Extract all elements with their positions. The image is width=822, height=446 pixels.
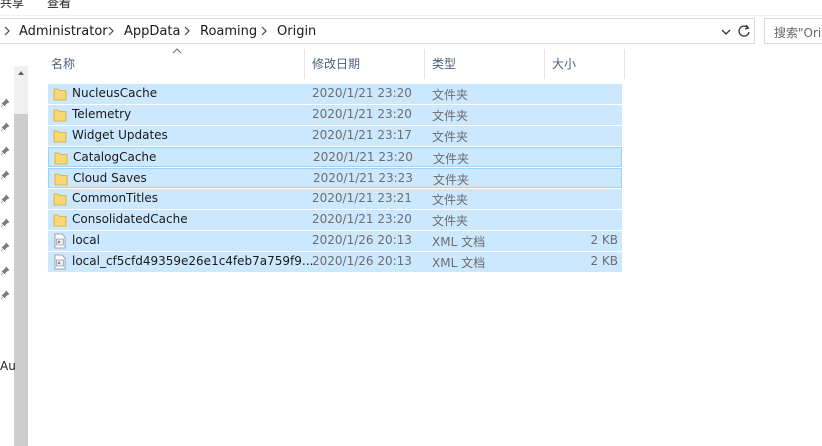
- column-header-row: 名称 修改日期 类型 大小: [44, 48, 626, 79]
- xml-file-icon: [53, 254, 67, 270]
- search-placeholder: 搜索"Origin": [774, 26, 822, 40]
- file-name: Cloud Saves: [73, 171, 147, 185]
- file-date: 2020/1/21 23:20: [313, 150, 413, 164]
- nav-scrollbar-thumb[interactable]: [14, 114, 28, 446]
- column-date[interactable]: 修改日期: [312, 49, 360, 79]
- file-row[interactable]: Cloud Saves 2020/1/21 23:23 文件夹: [48, 168, 622, 188]
- file-name: local_cf5cfd49359e26e1c4feb7a759f9...: [72, 254, 314, 268]
- breadcrumb-origin[interactable]: Origin: [277, 24, 316, 39]
- chevron-right-icon[interactable]: [2, 26, 12, 36]
- column-size[interactable]: 大小: [552, 49, 576, 79]
- refresh-icon[interactable]: [737, 24, 751, 38]
- file-date: 2020/1/21 23:20: [312, 86, 412, 100]
- menu-share[interactable]: 共享: [0, 0, 24, 11]
- pin-icon[interactable]: [0, 145, 10, 156]
- file-date: 2020/1/21 23:21: [312, 191, 412, 205]
- breadcrumb-administrator[interactable]: Administrator: [19, 24, 108, 39]
- column-divider[interactable]: [424, 49, 425, 79]
- breadcrumb-appdata[interactable]: AppData: [124, 24, 180, 39]
- folder-icon: [53, 107, 67, 123]
- file-date: 2020/1/21 23:23: [313, 171, 413, 185]
- address-bar[interactable]: Administrator AppData Roaming Origin: [0, 18, 755, 44]
- file-type: 文件夹: [433, 152, 470, 166]
- file-size: 2 KB: [590, 233, 618, 247]
- file-type: XML 文档: [432, 235, 486, 249]
- file-date: 2020/1/26 20:13: [312, 233, 412, 247]
- pin-icon[interactable]: [0, 241, 10, 252]
- file-row[interactable]: NucleusCache 2020/1/21 23:20 文件夹: [48, 84, 622, 104]
- file-type: 文件夹: [432, 109, 469, 123]
- folder-icon: [53, 191, 67, 207]
- file-name: Telemetry: [72, 107, 132, 121]
- ribbon-tabs: 共享 查看: [0, 0, 822, 14]
- file-name: ConsolidatedCache: [72, 212, 188, 226]
- file-row[interactable]: local_cf5cfd49359e26e1c4feb7a759f9... 20…: [48, 252, 622, 272]
- file-type: XML 文档: [432, 256, 486, 270]
- column-type[interactable]: 类型: [432, 49, 456, 79]
- column-name[interactable]: 名称: [51, 49, 75, 79]
- file-name: NucleusCache: [72, 86, 158, 100]
- folder-icon: [54, 171, 68, 187]
- menu-view[interactable]: 查看: [47, 0, 71, 11]
- column-divider[interactable]: [544, 49, 545, 79]
- file-name: CatalogCache: [73, 150, 157, 164]
- pin-icon[interactable]: [0, 265, 10, 276]
- file-size: 2 KB: [590, 254, 618, 268]
- file-type: 文件夹: [432, 193, 469, 207]
- pin-icon[interactable]: [0, 121, 10, 132]
- chevron-down-icon[interactable]: [720, 26, 732, 38]
- file-type: 文件夹: [432, 214, 469, 228]
- file-type: 文件夹: [433, 173, 470, 187]
- sort-ascending-icon: [172, 44, 182, 54]
- file-name: CommonTitles: [72, 191, 159, 205]
- file-type: 文件夹: [432, 130, 469, 144]
- xml-file-icon: [53, 233, 67, 249]
- file-date: 2020/1/21 23:20: [312, 107, 412, 121]
- file-date: 2020/1/21 23:20: [312, 212, 412, 226]
- ribbon-divider: [0, 15, 822, 16]
- breadcrumb-roaming[interactable]: Roaming: [200, 24, 257, 39]
- file-name: local: [72, 233, 100, 247]
- folder-icon: [53, 212, 67, 228]
- file-row[interactable]: CommonTitles 2020/1/21 23:21 文件夹: [48, 189, 622, 209]
- folder-icon: [54, 150, 68, 166]
- file-name: Widget Updates: [72, 128, 168, 142]
- nav-item-label[interactable]: Au: [0, 359, 16, 373]
- file-date: 2020/1/21 23:17: [312, 128, 412, 142]
- file-type: 文件夹: [432, 88, 469, 102]
- file-row[interactable]: Widget Updates 2020/1/21 23:17 文件夹: [48, 126, 622, 146]
- scroll-up-icon[interactable]: [14, 66, 28, 80]
- file-row[interactable]: Telemetry 2020/1/21 23:20 文件夹: [48, 105, 622, 125]
- file-row[interactable]: CatalogCache 2020/1/21 23:20 文件夹: [48, 147, 622, 167]
- pin-icon[interactable]: [0, 193, 10, 204]
- chevron-right-icon[interactable]: [259, 26, 269, 36]
- pin-icon[interactable]: [0, 217, 10, 228]
- file-row[interactable]: local 2020/1/26 20:13 XML 文档 2 KB: [48, 231, 622, 251]
- column-divider[interactable]: [624, 49, 625, 79]
- column-divider[interactable]: [304, 49, 305, 79]
- file-date: 2020/1/26 20:13: [312, 254, 412, 268]
- folder-icon: [53, 86, 67, 102]
- pin-icon[interactable]: [0, 169, 10, 180]
- file-row[interactable]: ConsolidatedCache 2020/1/21 23:20 文件夹: [48, 210, 622, 230]
- folder-icon: [53, 128, 67, 144]
- search-input[interactable]: 搜索"Origin": [764, 18, 822, 44]
- chevron-right-icon[interactable]: [182, 26, 192, 36]
- navigation-pane: Au: [0, 46, 30, 446]
- pin-icon[interactable]: [0, 97, 10, 108]
- chevron-right-icon[interactable]: [106, 26, 116, 36]
- pin-icon[interactable]: [0, 289, 10, 300]
